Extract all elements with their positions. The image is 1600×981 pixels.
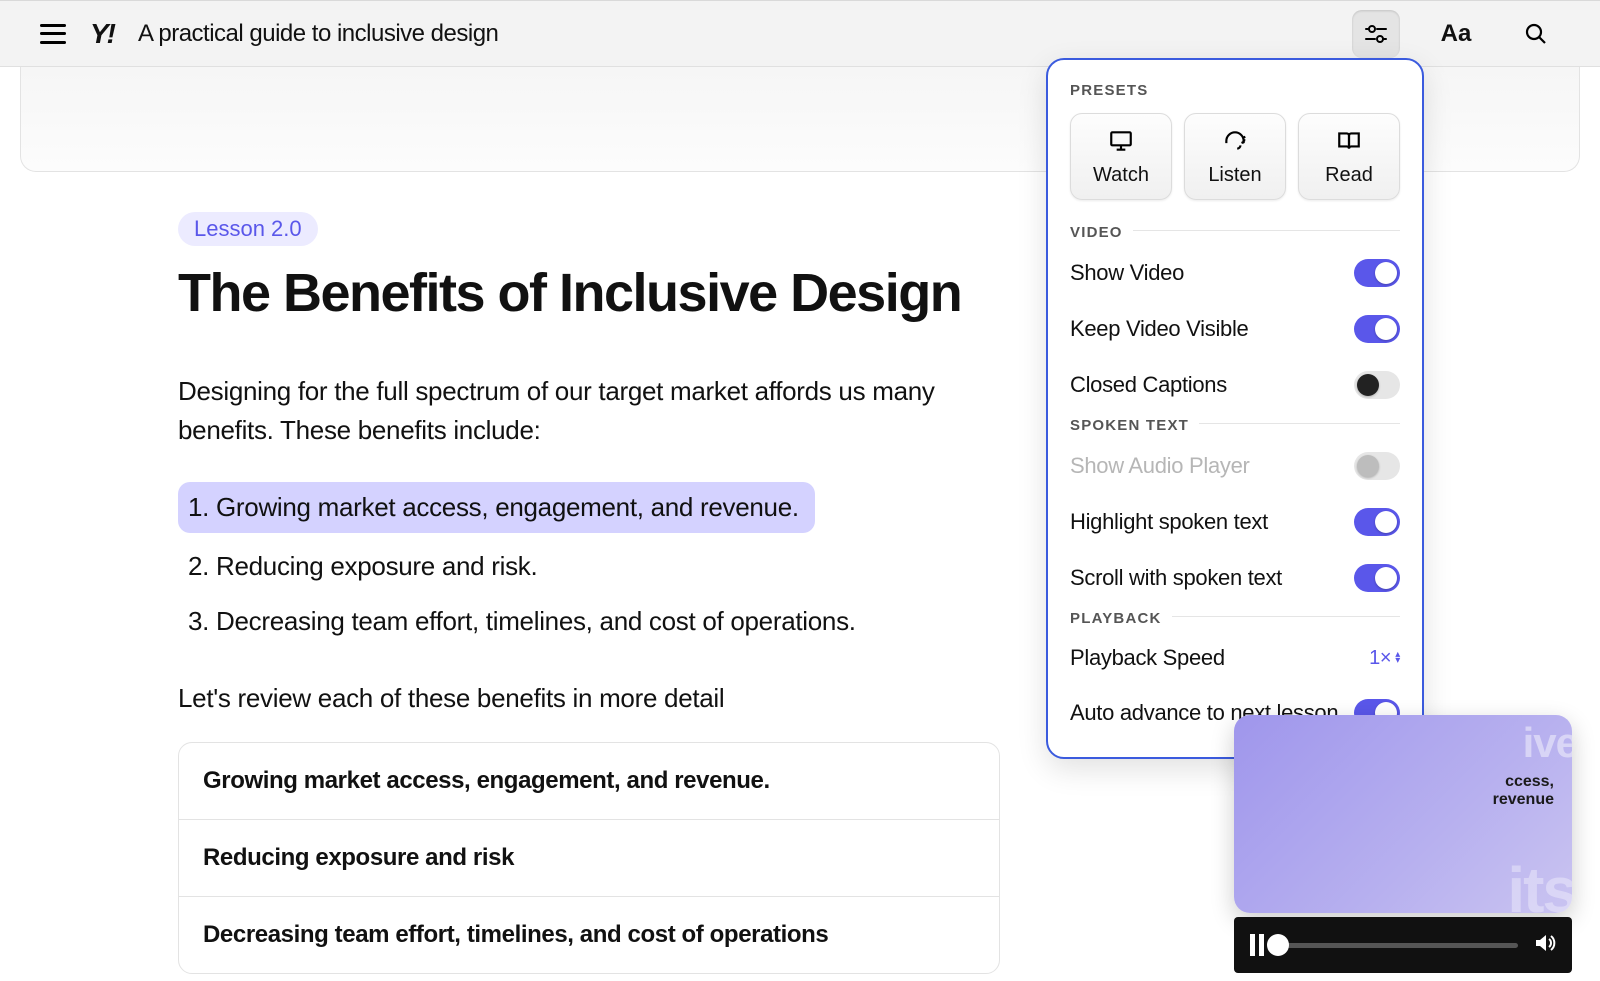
row-show-video: Show Video <box>1070 245 1400 301</box>
video-heading: VIDEO <box>1070 224 1123 241</box>
lesson-intro: Designing for the full spectrum of our t… <box>178 372 1000 450</box>
toggle-scroll[interactable] <box>1354 564 1400 592</box>
presets-heading: PRESETS <box>1070 82 1400 99</box>
settings-button[interactable] <box>1352 10 1400 58</box>
label: Keep Video Visible <box>1070 316 1249 342</box>
headphones-icon <box>1221 128 1249 154</box>
menu-button[interactable] <box>40 24 66 44</box>
label: Closed Captions <box>1070 372 1227 398</box>
label: Show Audio Player <box>1070 453 1250 479</box>
volume-button[interactable] <box>1532 931 1556 960</box>
accordion-item[interactable]: Reducing exposure and risk <box>179 820 999 897</box>
video-caption: ccess, revenue <box>1493 773 1554 809</box>
book-icon <box>1335 128 1363 154</box>
bullet-3: 3. Decreasing team effort, timelines, an… <box>178 596 1000 647</box>
preset-label: Watch <box>1093 164 1149 187</box>
label: Playback Speed <box>1070 645 1225 671</box>
row-keep-visible: Keep Video Visible <box>1070 301 1400 357</box>
video-ghost-title: ive <box>1523 719 1572 767</box>
toggle-highlight[interactable] <box>1354 508 1400 536</box>
bullet-2: 2. Reducing exposure and risk. <box>178 541 1000 592</box>
course-title: A practical guide to inclusive design <box>138 20 498 48</box>
stepper-icon: ▴▾ <box>1395 652 1400 664</box>
speed-value: 1× <box>1369 647 1391 670</box>
speed-select[interactable]: 1× ▴▾ <box>1369 647 1400 670</box>
playback-heading: PLAYBACK <box>1070 610 1162 627</box>
accordion-item[interactable]: Decreasing team effort, timelines, and c… <box>179 897 999 973</box>
bullet-1: 1. Growing market access, engagement, an… <box>178 482 815 533</box>
presentation-icon <box>1107 128 1135 154</box>
lesson-title: The Benefits of Inclusive Design <box>178 262 1000 324</box>
row-closed-captions: Closed Captions <box>1070 357 1400 413</box>
row-show-audio: Show Audio Player <box>1070 438 1400 494</box>
toggle-closed-captions[interactable] <box>1354 371 1400 399</box>
toggle-keep-visible[interactable] <box>1354 315 1400 343</box>
top-bar: Y! A practical guide to inclusive design… <box>0 0 1600 67</box>
accordion-item[interactable]: Growing market access, engagement, and r… <box>179 743 999 820</box>
lesson-badge: Lesson 2.0 <box>178 212 318 246</box>
spoken-heading: SPOKEN TEXT <box>1070 417 1189 434</box>
video-player-bar <box>1234 917 1572 973</box>
accordion: Growing market access, engagement, and r… <box>178 742 1000 974</box>
video-ghost-bottom: its <box>1507 853 1572 913</box>
toggle-show-video[interactable] <box>1354 259 1400 287</box>
review-text: Let's review each of these benefits in m… <box>178 683 1000 714</box>
volume-icon <box>1532 931 1556 955</box>
preset-listen[interactable]: Listen <box>1184 113 1286 200</box>
typography-button[interactable]: Aa <box>1432 10 1480 58</box>
row-scroll: Scroll with spoken text <box>1070 550 1400 606</box>
row-highlight: Highlight spoken text <box>1070 494 1400 550</box>
progress-slider[interactable] <box>1278 943 1518 948</box>
preset-read[interactable]: Read <box>1298 113 1400 200</box>
floating-video[interactable]: ive ccess, revenue its <box>1234 715 1572 913</box>
label: Highlight spoken text <box>1070 509 1268 535</box>
typography-icon: Aa <box>1441 20 1472 48</box>
label: Scroll with spoken text <box>1070 565 1282 591</box>
label: Show Video <box>1070 260 1184 286</box>
settings-panel: PRESETS Watch Listen Read VIDEO Show Vid… <box>1046 58 1424 759</box>
preset-label: Listen <box>1208 164 1261 187</box>
preset-label: Read <box>1325 164 1373 187</box>
search-icon <box>1524 22 1548 46</box>
lesson-content: Lesson 2.0 The Benefits of Inclusive Des… <box>0 172 1000 974</box>
search-button[interactable] <box>1512 10 1560 58</box>
row-speed: Playback Speed 1× ▴▾ <box>1070 631 1400 685</box>
toggle-show-audio <box>1354 452 1400 480</box>
sliders-icon <box>1364 22 1388 46</box>
preset-watch[interactable]: Watch <box>1070 113 1172 200</box>
pause-button[interactable] <box>1250 934 1264 956</box>
logo: Y! <box>90 18 114 50</box>
